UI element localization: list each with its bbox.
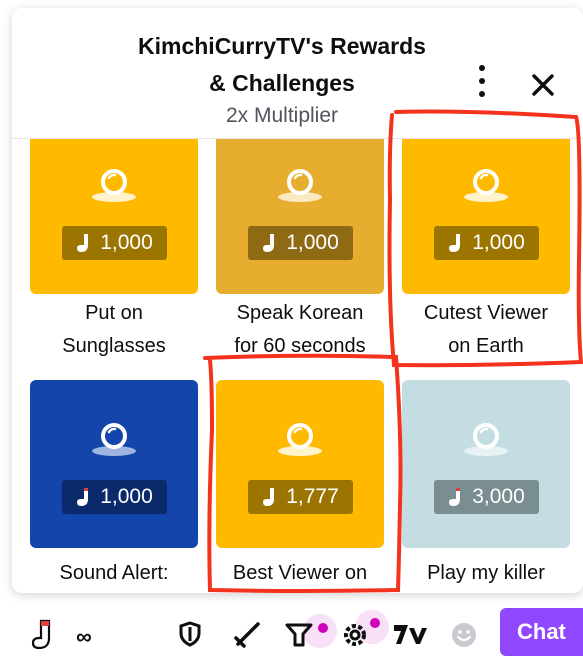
reward-cost: 1,000 [100, 231, 153, 254]
sock-points-icon [77, 488, 89, 506]
points-balance: ∞ [76, 624, 92, 649]
reward-tile-sound-alert[interactable]: 1,000 [30, 380, 198, 548]
reward-cost-badge: 1,000 [248, 226, 353, 260]
reward-cost-badge: 1,000 [434, 226, 539, 260]
more-options-icon[interactable] [470, 65, 494, 97]
popover-title: KimchiCurryTV's Rewards & Challenges [138, 33, 426, 96]
reward-title: Best Viewer on [232, 562, 368, 584]
shield-icon[interactable] [179, 621, 201, 647]
reward-title: Cutest Viewer on Earth [423, 302, 549, 357]
megaphone-icon[interactable] [284, 621, 314, 649]
sword-icon[interactable] [232, 620, 262, 650]
reward-cost: 1,000 [286, 231, 339, 254]
gear-icon[interactable] [340, 620, 370, 650]
sock-points-icon [263, 234, 275, 252]
reward-title: Speak Korean for 60 seconds [234, 302, 366, 357]
reward-cost: 1,000 [472, 231, 525, 254]
multiplier-label: 2x Multiplier [225, 104, 339, 127]
emoji-icon[interactable] [450, 621, 478, 649]
reward-cost-badge: 1,000 [62, 226, 167, 260]
sock-points-icon [263, 488, 275, 506]
reward-bubble-icon [278, 169, 322, 202]
chat-button[interactable]: Chat [500, 608, 583, 656]
reward-bubble-icon [464, 169, 508, 202]
sock-points-icon [449, 488, 461, 506]
reward-cost: 1,777 [286, 485, 339, 508]
reward-tile-put-on-sunglasses[interactable]: 1,000 [30, 126, 198, 294]
rewards-popover: 1,000 1,000 1,000 Put on Sunglasses Spea… [12, 8, 583, 593]
chat-input-bar: ∞ Chat [0, 600, 583, 658]
close-icon[interactable] [530, 72, 556, 98]
reward-cost: 1,000 [100, 485, 153, 508]
reward-bubble-icon [92, 169, 136, 202]
reward-bubble-icon [464, 423, 508, 456]
reward-tile-best-viewer[interactable]: 1,777 [216, 380, 384, 548]
reward-tile-cutest-viewer[interactable]: 1,000 [402, 126, 570, 294]
reward-tile-play-my-killer[interactable]: 3,000 [402, 380, 570, 548]
reward-bubble-icon [278, 423, 322, 456]
sock-points-icon [449, 234, 461, 252]
reward-cost-badge: 3,000 [434, 480, 539, 514]
7tv-icon[interactable] [392, 622, 430, 648]
reward-cost-badge: 1,000 [62, 480, 167, 514]
sock-points-icon[interactable] [30, 619, 54, 651]
reward-title: Put on Sunglasses [62, 302, 166, 357]
reward-cost-badge: 1,777 [248, 480, 353, 514]
reward-title: Play my killer [427, 562, 545, 584]
notification-dot [318, 623, 328, 633]
reward-bubble-icon [92, 423, 136, 456]
reward-title: Sound Alert: [59, 562, 169, 584]
popover-header: KimchiCurryTV's Rewards & Challenges 2x … [12, 8, 583, 139]
sock-points-icon [77, 234, 89, 252]
chat-button-label: Chat [517, 619, 566, 644]
notification-dot [370, 618, 380, 628]
reward-cost: 3,000 [472, 485, 525, 508]
reward-tile-speak-korean[interactable]: 1,000 [216, 126, 384, 294]
